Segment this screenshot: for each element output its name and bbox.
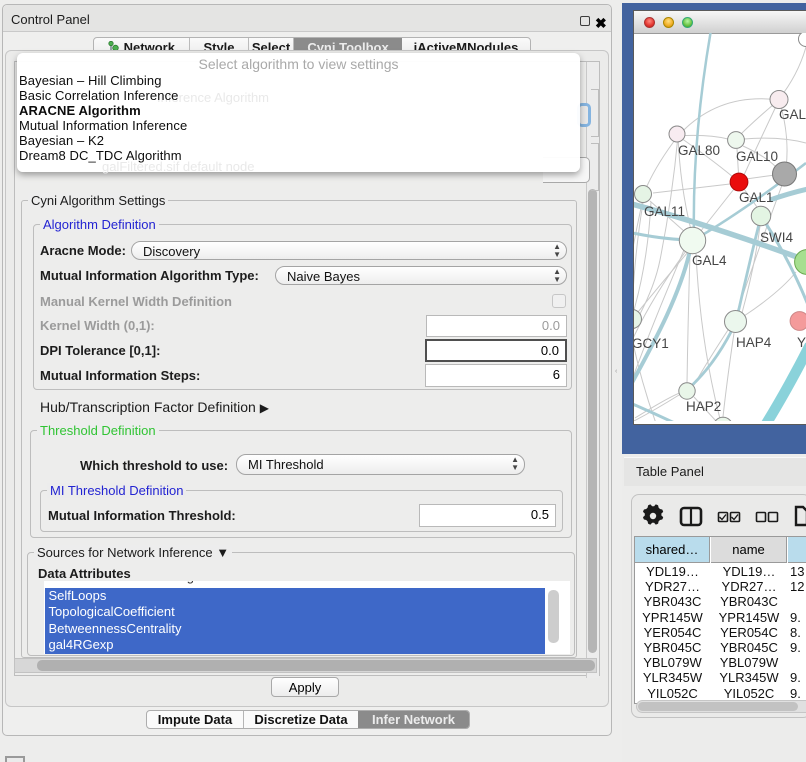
- svg-text:SWI4: SWI4: [760, 230, 793, 245]
- svg-text:HAP4: HAP4: [736, 335, 772, 350]
- svg-text:GAL10: GAL10: [736, 149, 778, 164]
- svg-text:GAL1: GAL1: [739, 190, 774, 205]
- svg-text:GAL11: GAL11: [644, 204, 685, 219]
- svg-text:Y: Y: [797, 335, 806, 350]
- svg-text:GAL80: GAL80: [678, 143, 720, 158]
- svg-text:GCY1: GCY1: [634, 336, 669, 351]
- svg-text:GAL4: GAL4: [692, 253, 727, 268]
- svg-text:GAL2: GAL2: [779, 107, 806, 122]
- svg-text:HAP2: HAP2: [686, 399, 721, 414]
